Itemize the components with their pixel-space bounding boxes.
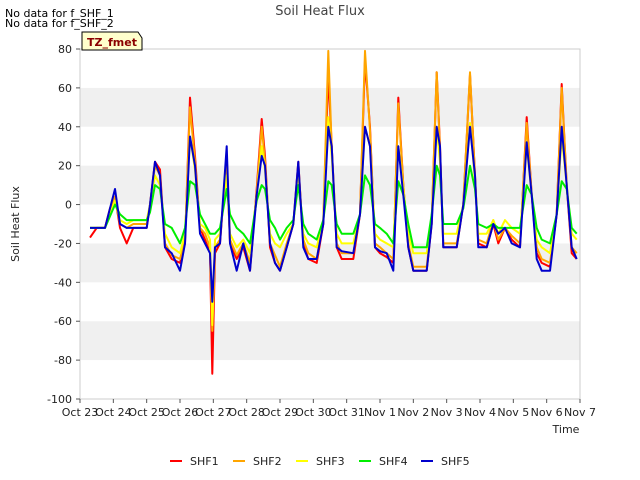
x-tick-label: Oct 24	[95, 406, 132, 419]
y-tick-label: -80	[54, 354, 72, 367]
x-tick-label: Nov 6	[531, 406, 563, 419]
x-tick-label: Oct 26	[162, 406, 199, 419]
x-tick-label: Oct 28	[228, 406, 265, 419]
y-tick-label: 60	[58, 82, 72, 95]
y-tick-label: 40	[58, 121, 72, 134]
tz-fmet-badge-text: TZ_fmet	[87, 36, 137, 49]
x-tick-label: Oct 25	[128, 406, 165, 419]
legend: SHF1 SHF2 SHF3 SHF4 SHF5	[170, 455, 470, 468]
grid-band	[80, 321, 580, 361]
y-tick-label: -60	[54, 315, 72, 328]
y-tick-label: -100	[47, 393, 72, 406]
grid-band	[80, 243, 580, 283]
legend-label-shf4: SHF4	[379, 455, 408, 468]
soil-heat-flux-chart: -100-80-60-40-20020406080 Oct 23Oct 24Oc…	[9, 4, 596, 468]
x-tick-label: Oct 31	[328, 406, 365, 419]
x-tick-label: Nov 3	[431, 406, 463, 419]
y-tick-label: -20	[54, 237, 72, 250]
x-tick-label: Nov 4	[464, 406, 496, 419]
x-tick-label: Oct 30	[295, 406, 332, 419]
legend-label-shf5: SHF5	[441, 455, 470, 468]
x-tick-label: Nov 5	[497, 406, 529, 419]
legend-label-shf3: SHF3	[316, 455, 345, 468]
y-axis-title: Soil Heat Flux	[9, 186, 22, 262]
x-tick-label: Nov 7	[564, 406, 596, 419]
y-tick-label: 20	[58, 160, 72, 173]
x-tick-label: Oct 27	[195, 406, 232, 419]
tz-fmet-badge: TZ_fmet	[81, 31, 143, 51]
y-tick-label: 80	[58, 43, 72, 56]
chart-title: Soil Heat Flux	[275, 4, 365, 19]
x-axis-ticks: Oct 23Oct 24Oct 25Oct 26Oct 27Oct 28Oct …	[62, 399, 596, 419]
y-tick-label: -40	[54, 276, 72, 289]
x-tick-label: Oct 29	[262, 406, 299, 419]
x-axis-title: Time	[552, 423, 580, 436]
x-tick-label: Nov 2	[397, 406, 429, 419]
x-tick-label: Oct 23	[62, 406, 99, 419]
y-axis-ticks: -100 -80 -60 -40 -20 0 20 40 60 80	[47, 43, 80, 406]
x-tick-label: Nov 1	[364, 406, 396, 419]
legend-label-shf1: SHF1	[190, 455, 219, 468]
legend-label-shf2: SHF2	[253, 455, 282, 468]
y-tick-label: 0	[65, 199, 72, 212]
